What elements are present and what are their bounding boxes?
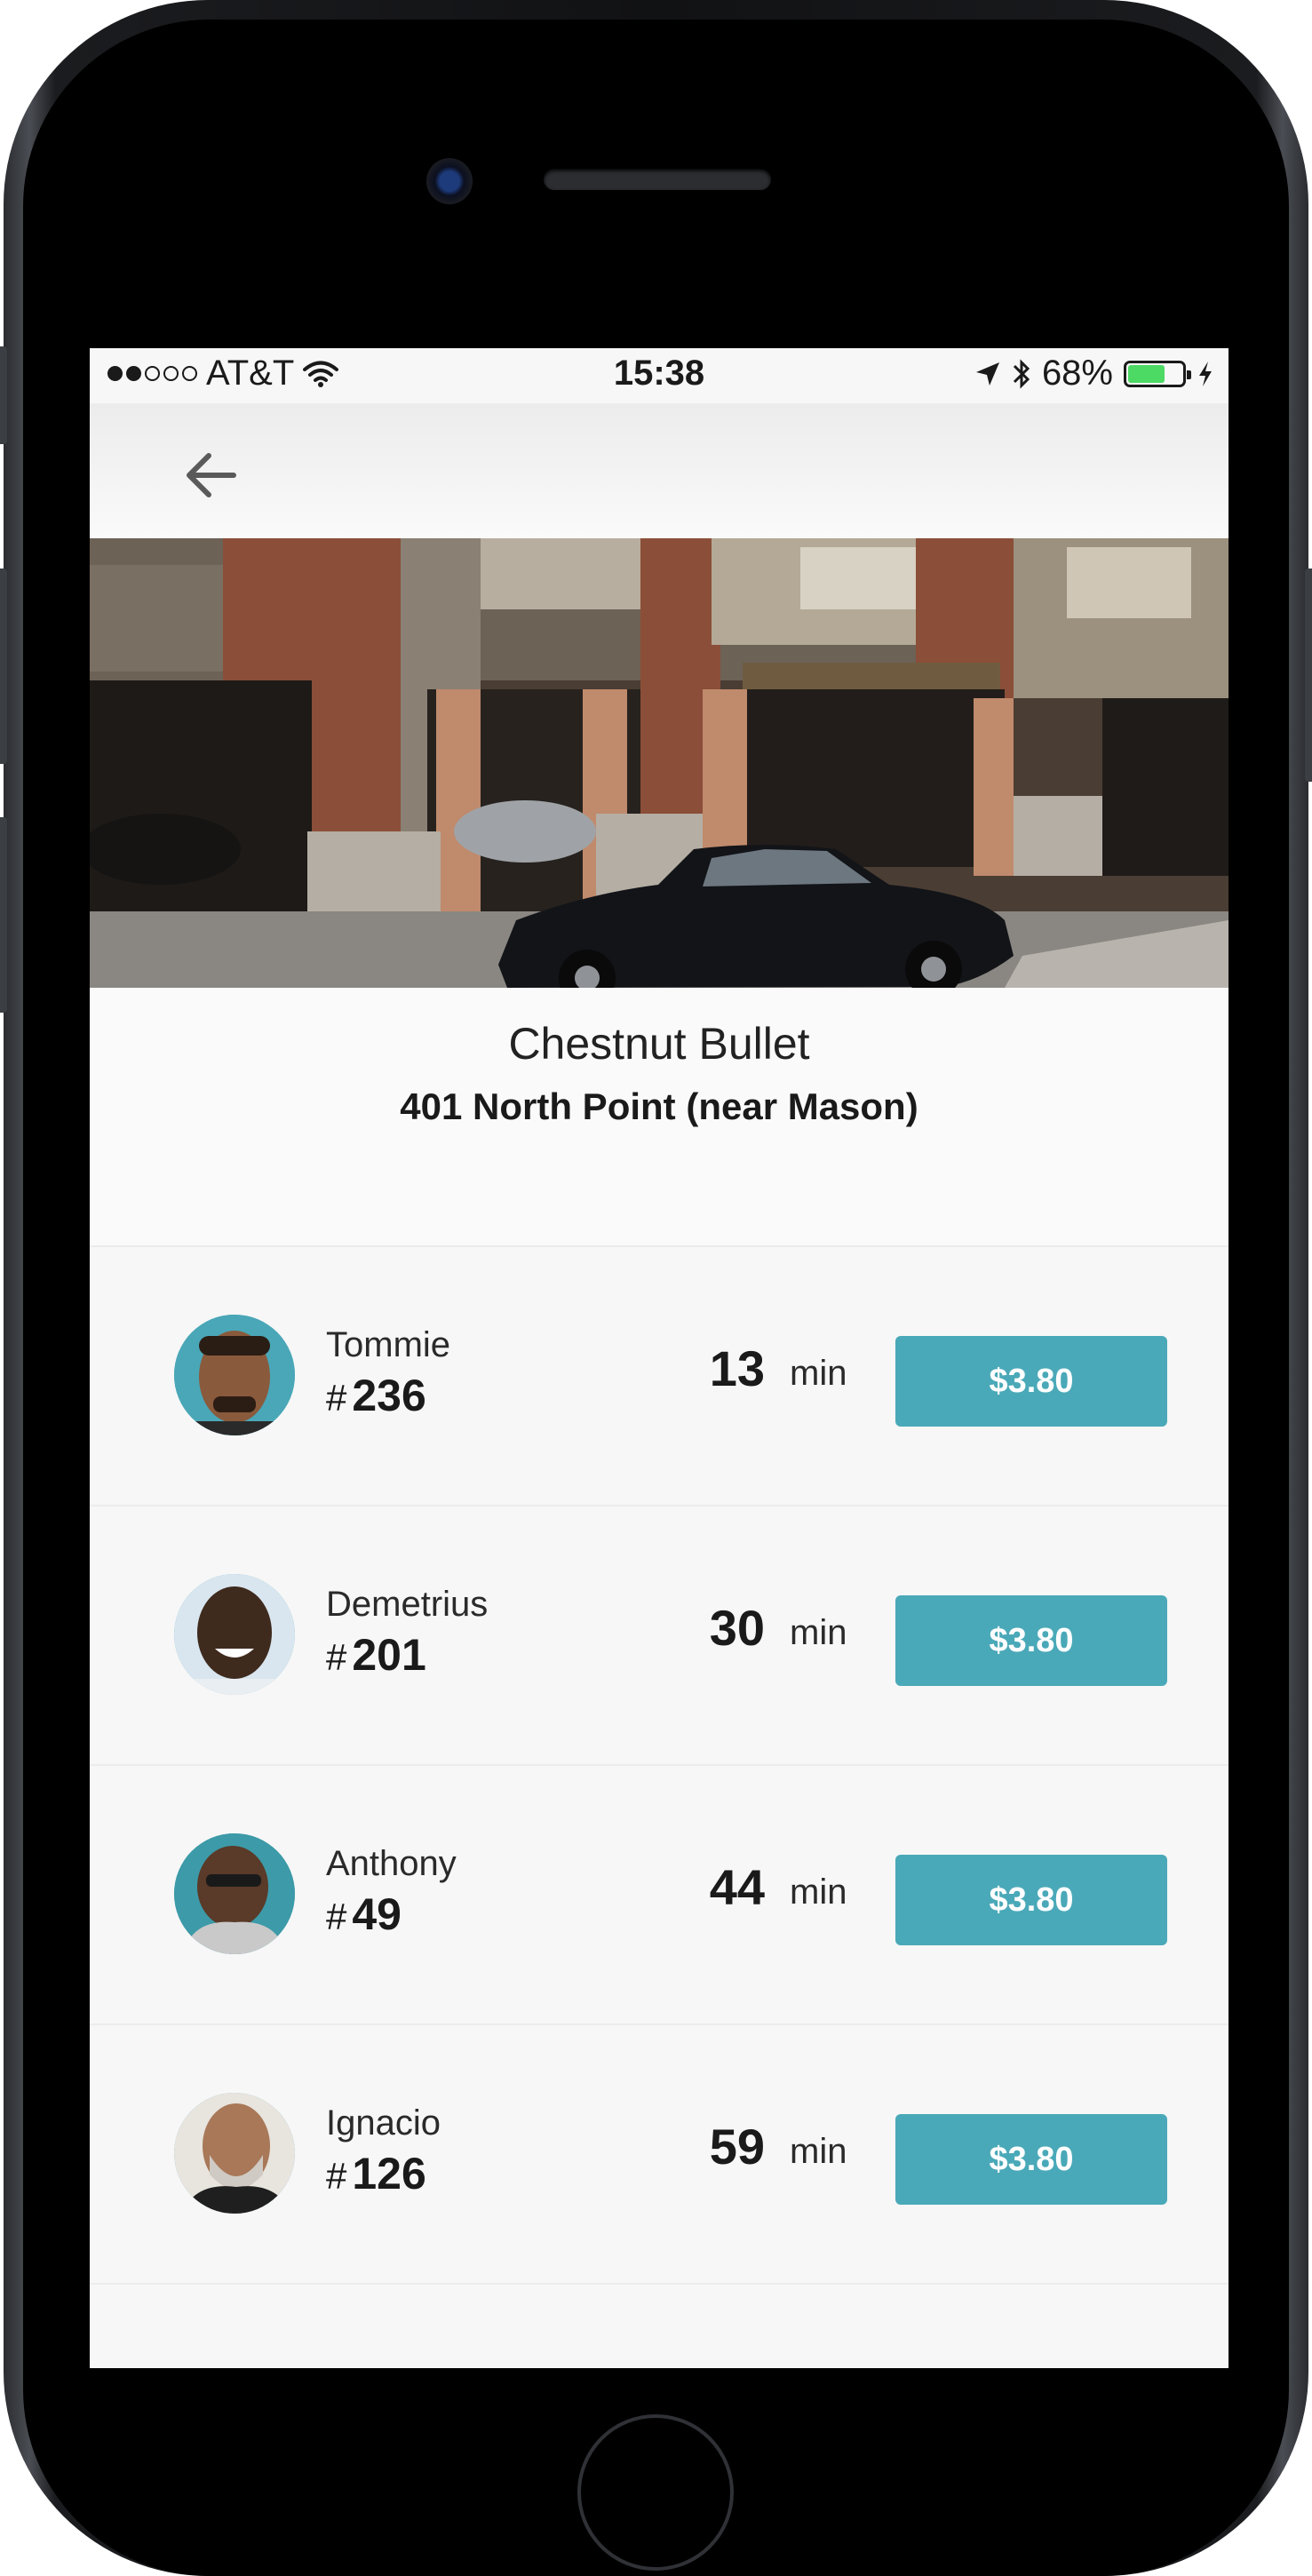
driver-row[interactable]: Tommie #236 13 min $3.80 xyxy=(90,1247,1229,1507)
driver-number-value: 201 xyxy=(352,1630,426,1680)
driver-name: Anthony xyxy=(326,1844,457,1883)
price-button[interactable]: $3.80 xyxy=(895,1855,1167,1945)
hash-symbol: # xyxy=(326,1896,347,1937)
driver-number: #126 xyxy=(326,2148,426,2199)
eta-value: 13 xyxy=(709,1340,765,1396)
driver-number-value: 236 xyxy=(352,1371,426,1420)
price-button[interactable]: $3.80 xyxy=(895,2114,1167,2205)
charging-bolt-icon xyxy=(1199,361,1212,386)
driver-row[interactable]: Demetrius #201 30 min $3.80 xyxy=(90,1507,1229,1766)
driver-row[interactable]: Anthony #49 44 min $3.80 xyxy=(90,1766,1229,2025)
driver-photo xyxy=(174,2093,295,2214)
driver-photo xyxy=(174,1315,295,1435)
avatar xyxy=(174,1833,295,1954)
navigation-bar xyxy=(90,403,1229,538)
volume-down-button xyxy=(0,817,7,1013)
earpiece-speaker xyxy=(544,169,771,190)
driver-name: Ignacio xyxy=(326,2103,441,2143)
street-photo xyxy=(90,538,1229,988)
front-camera xyxy=(426,158,473,204)
back-button[interactable] xyxy=(179,444,250,506)
avatar xyxy=(174,1574,295,1695)
hash-symbol: # xyxy=(326,2155,347,2197)
driver-name: Tommie xyxy=(326,1325,451,1364)
driver-number: #201 xyxy=(326,1629,426,1681)
price-button[interactable]: $3.80 xyxy=(895,1336,1167,1427)
driver-name: Demetrius xyxy=(326,1585,489,1624)
app-screen: AT&T 15:38 68% Chestnut Bullet 401 North… xyxy=(90,348,1229,2368)
place-name: Chestnut Bullet xyxy=(508,1019,810,1069)
home-button[interactable] xyxy=(577,2414,734,2571)
eta-value: 30 xyxy=(709,1600,765,1656)
battery-percent: 68% xyxy=(1041,354,1113,393)
eta-unit: min xyxy=(790,1613,847,1652)
status-bar: AT&T 15:38 68% xyxy=(90,348,1229,403)
battery-level xyxy=(1128,364,1165,383)
place-address: 401 North Point (near Mason) xyxy=(400,1085,918,1127)
location-arrow-icon xyxy=(975,362,999,386)
driver-row[interactable]: Ignacio #126 59 min $3.80 xyxy=(90,2025,1229,2285)
driver-photo xyxy=(174,1574,295,1695)
hash-symbol: # xyxy=(326,1636,347,1678)
battery-icon xyxy=(1124,360,1191,387)
driver-list: Tommie #236 13 min $3.80 Demetrius #201 … xyxy=(90,1247,1229,2285)
eta-unit: min xyxy=(790,1354,847,1393)
hash-symbol: # xyxy=(326,1377,347,1419)
arrow-left-icon xyxy=(187,453,236,497)
driver-number: #49 xyxy=(326,1888,402,1940)
place-info: Chestnut Bullet 401 North Point (near Ma… xyxy=(90,988,1229,1247)
driver-number-value: 49 xyxy=(352,1889,402,1939)
status-right: 68% xyxy=(974,354,1214,394)
mute-switch xyxy=(0,346,7,444)
driver-photo xyxy=(174,1833,295,1954)
price-button[interactable]: $3.80 xyxy=(895,1595,1167,1686)
avatar xyxy=(174,2093,295,2214)
volume-up-button xyxy=(0,568,7,764)
eta-unit: min xyxy=(790,1872,847,1912)
eta-unit: min xyxy=(790,2132,847,2171)
eta-value: 44 xyxy=(709,1859,765,1915)
driver-number-value: 126 xyxy=(352,2149,426,2198)
bluetooth-icon xyxy=(1013,358,1030,389)
eta-value: 59 xyxy=(709,2119,765,2174)
power-button xyxy=(1305,568,1312,782)
avatar xyxy=(174,1315,295,1435)
location-photo xyxy=(90,538,1229,988)
driver-number: #236 xyxy=(326,1370,426,1421)
